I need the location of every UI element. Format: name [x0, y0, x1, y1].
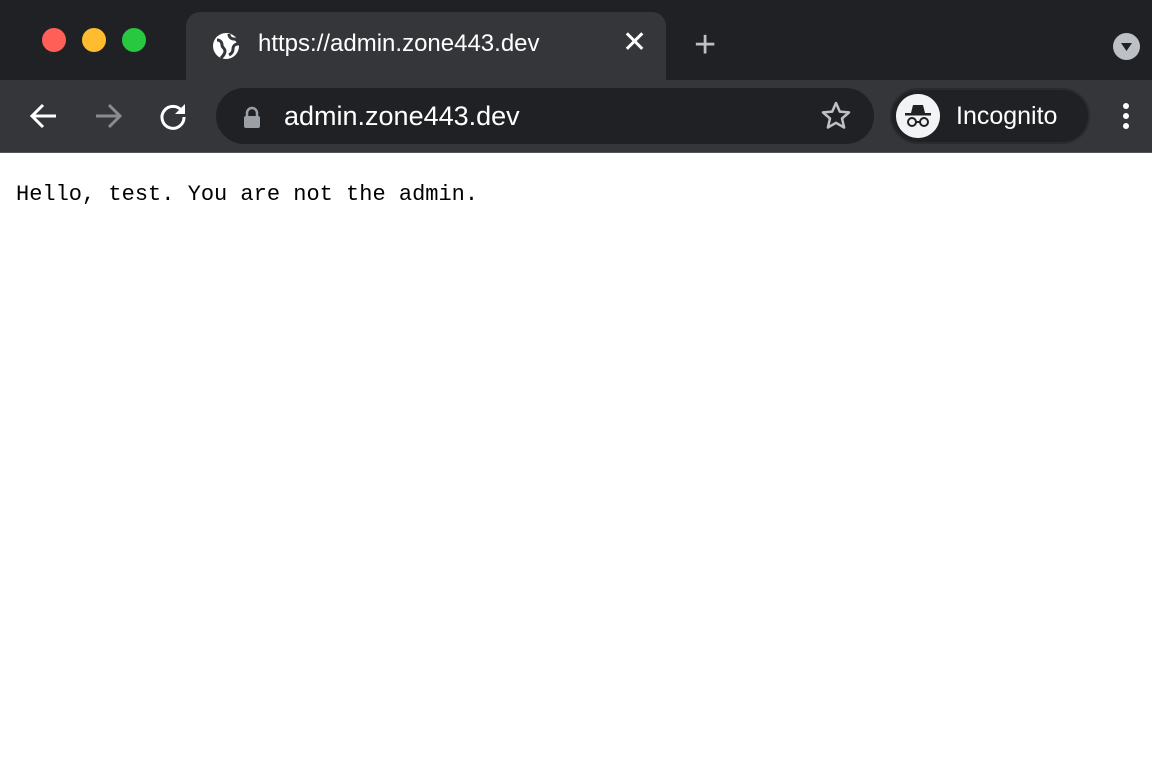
page-message: Hello, test. You are not the admin. — [16, 182, 479, 207]
bookmark-star-icon[interactable] — [820, 100, 852, 132]
address-bar[interactable]: admin.zone443.dev — [216, 88, 874, 144]
tab-title: https://admin.zone443.dev — [258, 30, 540, 57]
tab-strip: https://admin.zone443.dev ✕ + — [0, 0, 1152, 80]
url-text[interactable]: admin.zone443.dev — [284, 101, 520, 132]
tab-search-chevron-icon[interactable] — [1113, 33, 1140, 60]
close-window-button[interactable] — [42, 28, 66, 52]
zoom-window-button[interactable] — [122, 28, 146, 52]
incognito-profile-button[interactable]: Incognito — [890, 88, 1090, 144]
incognito-label: Incognito — [956, 102, 1058, 130]
reload-button[interactable] — [157, 100, 189, 132]
toolbar: admin.zone443.dev Incognito — [0, 80, 1152, 153]
new-tab-button[interactable]: + — [694, 26, 716, 64]
forward-button[interactable] — [92, 100, 124, 132]
back-button[interactable] — [28, 100, 60, 132]
tab-active[interactable]: https://admin.zone443.dev ✕ — [186, 12, 666, 80]
globe-icon — [213, 33, 240, 60]
lock-icon[interactable] — [242, 106, 262, 128]
close-tab-icon[interactable]: ✕ — [622, 28, 647, 58]
more-menu-icon[interactable] — [1116, 100, 1136, 132]
minimize-window-button[interactable] — [82, 28, 106, 52]
incognito-icon — [896, 94, 940, 138]
